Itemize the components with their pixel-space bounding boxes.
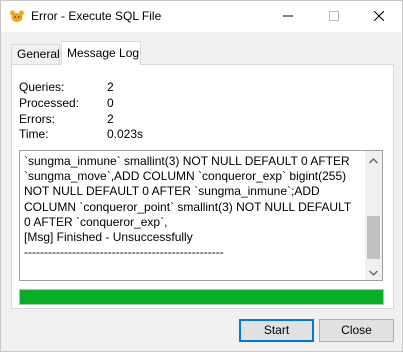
errors-label: Errors: xyxy=(19,112,55,126)
title-bar: Error - Execute SQL File xyxy=(1,1,402,32)
log-scrollbar[interactable] xyxy=(365,151,382,280)
maximize-icon xyxy=(329,10,339,24)
close-icon xyxy=(373,10,385,24)
progress-fill xyxy=(20,290,383,304)
message-log-textarea[interactable]: `sungma_inmune` smallint(3) NOT NULL DEF… xyxy=(19,150,383,281)
processed-label: Processed: xyxy=(19,96,80,110)
chevron-up-icon xyxy=(369,153,378,167)
close-button[interactable]: Close xyxy=(319,319,394,342)
time-value: 0.023s xyxy=(107,127,144,141)
tab-general[interactable]: General xyxy=(11,44,60,64)
tab-message-log[interactable]: Message Log xyxy=(61,41,141,65)
errors-value: 2 xyxy=(107,112,114,126)
scroll-down-button[interactable] xyxy=(365,263,382,280)
message-log-panel: Queries: 2 Processed: 0 Errors: 2 Time: … xyxy=(11,64,394,309)
minimize-icon xyxy=(283,10,293,24)
chevron-down-icon xyxy=(369,265,378,279)
log-text: `sungma_inmune` smallint(3) NOT NULL DEF… xyxy=(24,154,351,260)
time-label: Time: xyxy=(19,127,49,141)
queries-label: Queries: xyxy=(19,80,65,94)
progress-bar xyxy=(19,289,384,305)
maximize-button[interactable] xyxy=(311,1,357,32)
processed-value: 0 xyxy=(107,96,114,110)
execute-sql-dialog: Error - Execute SQL File General Message… xyxy=(0,0,403,352)
navicat-app-icon xyxy=(9,9,25,23)
window-title: Error - Execute SQL File xyxy=(31,9,162,23)
scroll-thumb[interactable] xyxy=(367,216,380,259)
minimize-button[interactable] xyxy=(265,1,311,32)
start-button[interactable]: Start xyxy=(239,319,314,342)
close-window-button[interactable] xyxy=(356,1,402,32)
scroll-up-button[interactable] xyxy=(365,151,382,168)
queries-value: 2 xyxy=(107,80,114,94)
